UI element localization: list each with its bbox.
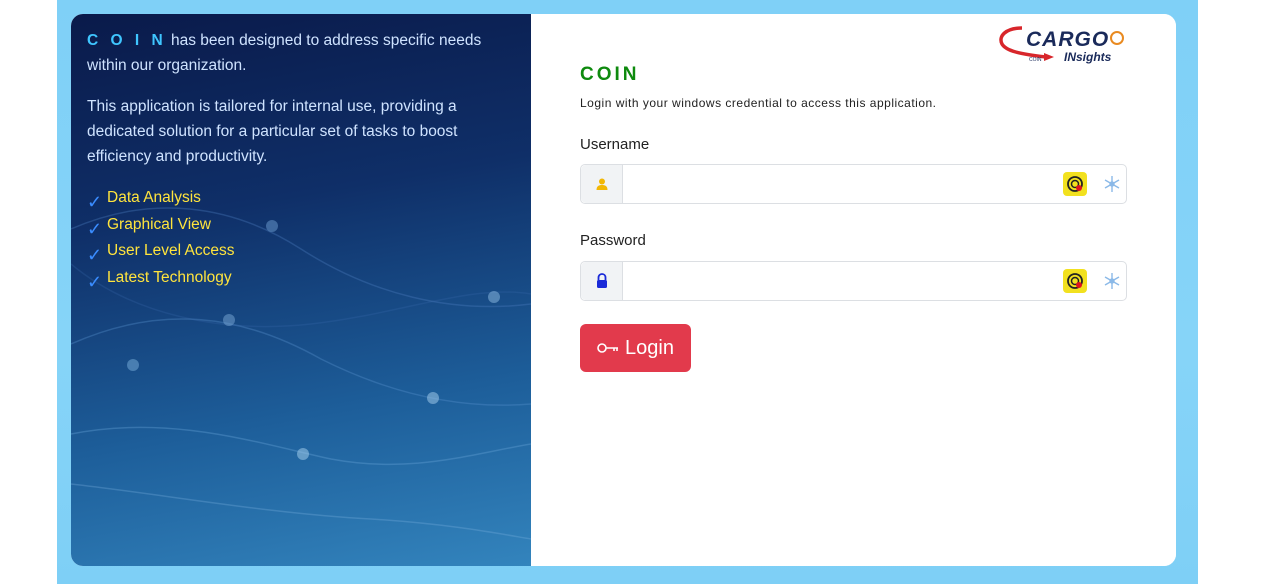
snowflake-icon[interactable] (1101, 173, 1123, 195)
user-icon (581, 165, 623, 203)
brand-name: C O I N (87, 32, 167, 49)
info-panel: C O I N has been designed to address spe… (71, 14, 531, 566)
username-label: Username (580, 136, 650, 153)
cargo-insights-logo: CARGO INsights COIN (996, 24, 1126, 66)
password-manager-icon[interactable] (1063, 172, 1087, 196)
login-card: C O I N has been designed to address spe… (71, 14, 1176, 566)
feature-item: ✓ Graphical View (87, 212, 517, 239)
feature-list: ✓ Data Analysis ✓ Graphical View ✓ User Lev… (87, 185, 517, 292)
snowflake-icon[interactable] (1101, 270, 1123, 292)
description-paragraph: This application is tailored for interna… (87, 98, 458, 165)
info-text: C O I N has been designed to address spe… (87, 28, 517, 292)
username-group (580, 164, 1127, 204)
logo-tiny-text: COIN (1029, 57, 1042, 63)
app-title: COIN (580, 64, 640, 85)
password-group (580, 261, 1127, 301)
check-icon: ✓ (87, 271, 103, 292)
lock-icon (581, 262, 623, 300)
password-manager-icon[interactable] (1063, 269, 1087, 293)
login-button[interactable]: Login (580, 324, 691, 372)
login-subtitle: Login with your windows credential to ac… (580, 96, 937, 110)
form-panel: CARGO INsights COIN COIN Login with your… (531, 14, 1176, 566)
key-icon (597, 337, 619, 360)
logo-cargo-text: CARGO (1026, 28, 1109, 51)
feature-item: ✓ Latest Technology (87, 265, 517, 292)
feature-item: ✓ User Level Access (87, 238, 517, 265)
password-input[interactable] (623, 262, 1063, 300)
feature-item: ✓ Data Analysis (87, 185, 517, 212)
login-button-label: Login (625, 336, 674, 359)
username-input[interactable] (623, 165, 1063, 203)
logo-insights-text: INsights (1064, 50, 1112, 64)
password-label: Password (580, 232, 646, 249)
intro-paragraph: C O I N has been designed to address spe… (87, 28, 517, 78)
